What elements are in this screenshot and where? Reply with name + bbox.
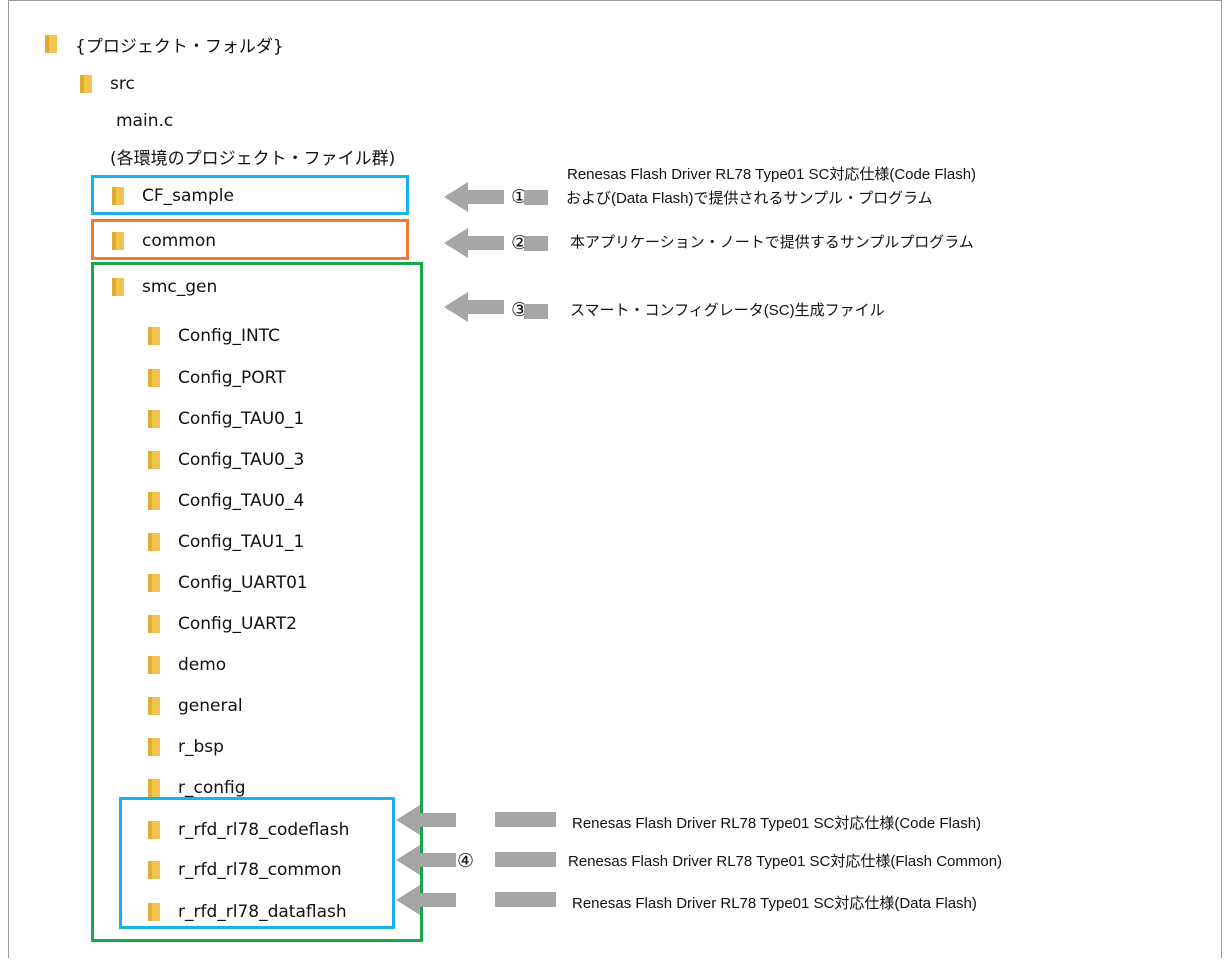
- callout-number-4: ④: [457, 850, 475, 872]
- tree-project-files: (各環境のプロジェクト・ファイル群): [110, 148, 396, 169]
- rfd-highlight-box: [119, 797, 395, 929]
- tree-root-folder: {プロジェクト・フォルダ}: [45, 31, 284, 57]
- tree-src-folder: src: [80, 71, 135, 97]
- tree-src-label: src: [110, 74, 135, 94]
- callout-2-text: 本アプリケーション・ノートで提供するサンプルプログラム: [570, 234, 974, 251]
- folder-icon: [80, 75, 92, 93]
- callout-1-line2: および(Data Flash)で提供されるサンプル・プログラム: [566, 190, 933, 207]
- callout-bar-4c: [495, 892, 556, 907]
- callout-3-text: スマート・コンフィグレータ(SC)生成ファイル: [570, 302, 885, 319]
- callout-1-line1: Renesas Flash Driver RL78 Type01 SC対応仕様(…: [567, 166, 977, 183]
- left-arrow-icon: [444, 292, 504, 322]
- common-highlight-box: [91, 219, 409, 260]
- callout-bar-1: [524, 190, 548, 205]
- callout-4-common: Renesas Flash Driver RL78 Type01 SC対応仕様(…: [568, 853, 1003, 870]
- cf-sample-highlight-box: [91, 175, 409, 215]
- tree-main-c: main.c: [116, 111, 174, 131]
- callout-4-codeflash: Renesas Flash Driver RL78 Type01 SC対応仕様(…: [572, 815, 982, 832]
- tree-root-label: {プロジェクト・フォルダ}: [75, 36, 284, 57]
- left-arrow-icon: [444, 182, 504, 212]
- callout-4-dataflash: Renesas Flash Driver RL78 Type01 SC対応仕様(…: [572, 895, 977, 912]
- callout-bar-3: [524, 304, 548, 319]
- callout-bar-2: [524, 236, 548, 251]
- left-arrow-icon: [396, 885, 456, 915]
- folder-icon: [45, 35, 57, 53]
- left-arrow-icon: [396, 805, 456, 835]
- left-arrow-icon: [444, 228, 504, 258]
- callout-bar-4b: [495, 852, 556, 867]
- callout-bar-4a: [495, 812, 556, 827]
- left-arrow-icon: [396, 845, 456, 875]
